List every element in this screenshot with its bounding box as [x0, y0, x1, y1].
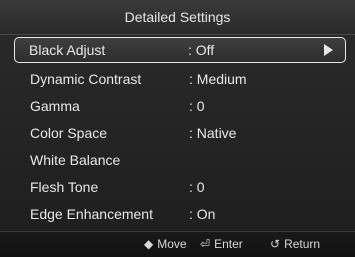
menu-item-black-adjust[interactable]: Black Adjust : Off: [14, 37, 346, 63]
menu-item-flesh-tone[interactable]: Flesh Tone : 0: [14, 174, 346, 201]
menu-item-label: Color Space: [30, 125, 108, 141]
return-hint-label: Return: [284, 237, 321, 251]
enter-hint: ⏎ Enter: [200, 232, 243, 257]
menu-item-value: : 0: [189, 179, 205, 195]
menu-item-value: : On: [189, 206, 216, 222]
menu-item-value: : Native: [189, 125, 237, 141]
return-hint: ↺ Return: [270, 232, 320, 257]
move-hint: ◆ Move: [144, 232, 187, 257]
menu-title: Detailed Settings: [0, 0, 355, 35]
up-down-arrows-icon: ◆: [144, 237, 154, 251]
menu-item-label: Black Adjust: [29, 42, 106, 58]
navigation-hint-bar: ◆ Move ⏎ Enter ↺ Return: [0, 231, 355, 257]
menu-item-color-space[interactable]: Color Space : Native: [14, 120, 346, 147]
menu-item-value: : Off: [188, 42, 215, 58]
menu-item-white-balance[interactable]: White Balance: [14, 147, 346, 174]
menu-item-value: : 0: [189, 98, 205, 114]
menu-item-edge-enhancement[interactable]: Edge Enhancement : On: [14, 201, 346, 228]
right-arrow-icon: [324, 44, 333, 56]
enter-hint-label: Enter: [214, 237, 243, 251]
move-hint-label: Move: [157, 237, 187, 251]
menu-item-label: Flesh Tone: [30, 179, 99, 195]
menu-item-gamma[interactable]: Gamma : 0: [14, 93, 346, 120]
return-icon: ↺: [270, 237, 281, 251]
menu-item-label: Gamma: [30, 98, 80, 114]
settings-menu: Black Adjust : Off Dynamic Contrast : Me…: [14, 37, 346, 228]
menu-item-label: White Balance: [30, 152, 121, 168]
menu-item-label: Edge Enhancement: [30, 206, 153, 222]
menu-item-label: Dynamic Contrast: [30, 71, 142, 87]
menu-item-dynamic-contrast[interactable]: Dynamic Contrast : Medium: [14, 66, 346, 93]
enter-icon: ⏎: [200, 237, 211, 251]
menu-item-value: : Medium: [189, 71, 247, 87]
osd-panel: Detailed Settings Black Adjust : Off Dyn…: [0, 0, 355, 257]
